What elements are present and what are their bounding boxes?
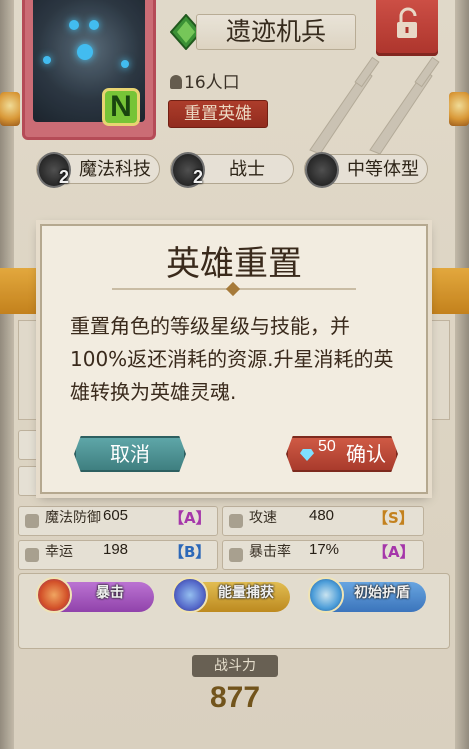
reset-hero-dialog: 英雄重置 重置角色的等级星级与技能，并100%返还消耗的资源.升星消耗的英雄转换… — [40, 224, 428, 494]
dialog-message: 重置角色的等级星级与技能，并100%返还消耗的资源.升星消耗的英雄转换为英雄灵魂… — [70, 314, 394, 404]
cancel-button[interactable]: 取消 — [74, 436, 186, 472]
confirm-cost: 50 — [318, 438, 336, 455]
confirm-button[interactable]: 50 确认 — [286, 436, 398, 472]
diamond-icon — [300, 449, 314, 461]
confirm-label: 确认 — [346, 442, 386, 466]
dialog-title: 英雄重置 — [166, 244, 302, 284]
